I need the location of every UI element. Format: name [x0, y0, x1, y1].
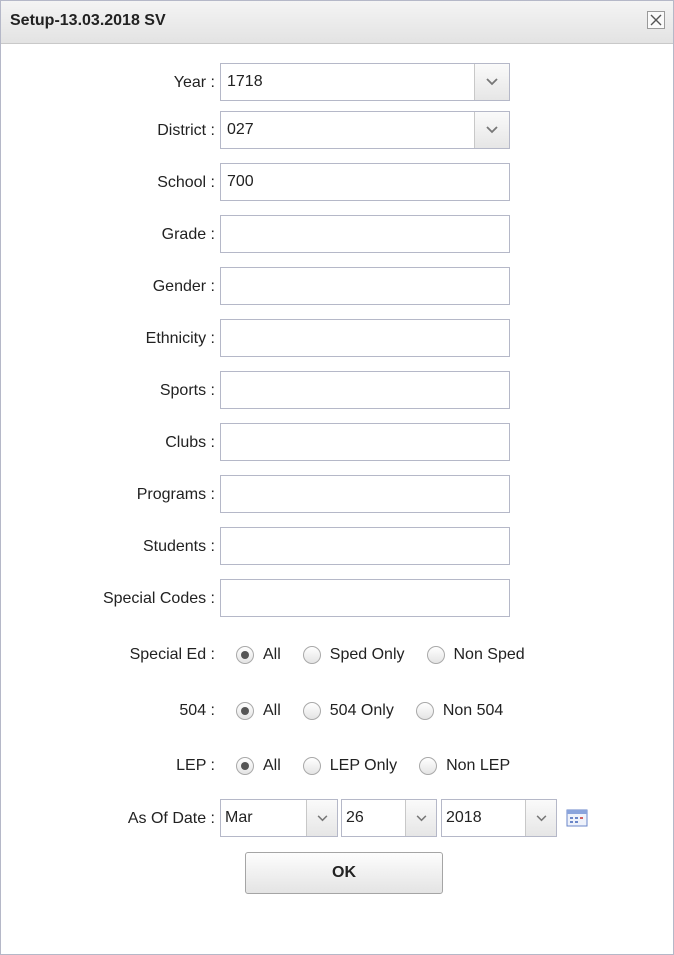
ethnicity-row: Ethnicity : [1, 319, 673, 359]
month-combo[interactable]: Mar [220, 799, 338, 837]
radio-label: All [263, 757, 281, 774]
chevron-down-icon [416, 814, 426, 821]
grade-input[interactable] [220, 215, 510, 253]
radio-selected-icon [236, 757, 254, 775]
close-button[interactable] [647, 11, 665, 29]
year-value: 1718 [227, 73, 263, 90]
district-dropdown-trigger[interactable] [474, 112, 509, 148]
radio-label: 504 Only [329, 702, 394, 719]
special-ed-radio-sped-only[interactable]: Sped Only [302, 646, 405, 664]
sports-row: Sports : [1, 371, 673, 411]
radio-label: All [263, 646, 281, 663]
ethnicity-input[interactable] [220, 319, 510, 357]
date-year-value: 2018 [446, 809, 482, 826]
school-input[interactable]: 700 [220, 163, 510, 201]
sports-input[interactable] [220, 371, 510, 409]
day-combo[interactable]: 26 [341, 799, 437, 837]
radio-unselected-icon [302, 646, 321, 664]
radio-unselected-icon [419, 757, 438, 775]
grade-row: Grade : [1, 215, 673, 255]
radio-unselected-icon [302, 757, 321, 775]
year-date-combo[interactable]: 2018 [441, 799, 557, 837]
year-label: Year : [173, 74, 215, 91]
month-value: Mar [225, 809, 253, 826]
504-radio-non-504[interactable]: Non 504 [415, 702, 504, 720]
district-value: 027 [227, 121, 254, 138]
gender-input[interactable] [220, 267, 510, 305]
day-dropdown-trigger[interactable] [405, 800, 436, 836]
special-ed-radio-non-sped[interactable]: Non Sped [426, 646, 525, 664]
date-year-dropdown-trigger[interactable] [525, 800, 556, 836]
radio-unselected-icon [426, 646, 445, 664]
dialog-titlebar: Setup-13.03.2018 SV [1, 1, 673, 44]
students-label: Students : [142, 538, 215, 555]
calendar-icon [566, 809, 588, 827]
clubs-label: Clubs : [165, 434, 215, 451]
chevron-down-icon [486, 126, 498, 134]
sports-label: Sports : [159, 382, 215, 399]
radio-unselected-icon [302, 702, 321, 720]
grade-label: Grade : [161, 226, 215, 243]
programs-input[interactable] [220, 475, 510, 513]
chevron-down-icon [486, 78, 498, 86]
programs-row: Programs : [1, 475, 673, 515]
radio-selected-icon [236, 702, 254, 720]
radio-label: Non LEP [446, 757, 511, 774]
radio-label: Non Sped [453, 646, 525, 663]
district-combo[interactable]: 027 [220, 111, 510, 149]
close-icon [650, 14, 662, 26]
as-of-date-label: As Of Date : [127, 810, 215, 827]
day-value: 26 [346, 809, 364, 826]
school-row: School : 700 [1, 163, 673, 203]
students-input[interactable] [220, 527, 510, 565]
special-codes-input[interactable] [220, 579, 510, 617]
504-label: 504 : [179, 702, 215, 719]
special-ed-label: Special Ed : [129, 646, 215, 663]
504-radio-group: All 504 Only Non 504 [236, 691, 525, 731]
year-dropdown-trigger[interactable] [474, 64, 509, 100]
clubs-input[interactable] [220, 423, 510, 461]
radio-selected-icon [236, 646, 254, 664]
radio-label: Non 504 [442, 702, 504, 719]
clubs-row: Clubs : [1, 423, 673, 463]
radio-label: All [263, 702, 281, 719]
gender-label: Gender : [152, 278, 215, 295]
ok-button[interactable]: OK [245, 852, 443, 894]
lep-row: LEP : All LEP Only Non LEP [1, 746, 673, 786]
gender-row: Gender : [1, 267, 673, 307]
lep-label: LEP : [176, 757, 215, 774]
lep-radio-non-lep[interactable]: Non LEP [419, 757, 510, 775]
programs-label: Programs : [136, 486, 215, 503]
students-row: Students : [1, 527, 673, 567]
lep-radio-lep-only[interactable]: LEP Only [302, 757, 398, 775]
district-row: District : 027 [1, 111, 673, 151]
special-ed-row: Special Ed : All Sped Only Non Sped [1, 635, 673, 675]
year-row: Year : 1718 [1, 63, 673, 103]
school-label: School : [157, 174, 215, 191]
special-codes-row: Special Codes : [1, 579, 673, 619]
month-dropdown-trigger[interactable] [306, 800, 337, 836]
chevron-down-icon [536, 814, 546, 821]
as-of-date-row: As Of Date : Mar 26 2018 [1, 799, 673, 839]
district-label: District : [157, 122, 215, 139]
lep-radio-group: All LEP Only Non LEP [236, 746, 532, 786]
ethnicity-label: Ethnicity : [145, 330, 215, 347]
dialog-title: Setup-13.03.2018 SV [10, 12, 166, 29]
setup-dialog: Setup-13.03.2018 SV Year : 1718 District… [0, 0, 674, 955]
calendar-button[interactable] [564, 806, 590, 830]
year-combo[interactable]: 1718 [220, 63, 510, 101]
504-radio-all[interactable]: All [236, 702, 281, 720]
504-radio-504-only[interactable]: 504 Only [302, 702, 394, 720]
504-row: 504 : All 504 Only Non 504 [1, 691, 673, 731]
school-value: 700 [227, 173, 254, 190]
radio-unselected-icon [415, 702, 434, 720]
special-codes-label: Special Codes : [102, 590, 215, 607]
special-ed-radio-all[interactable]: All [236, 646, 281, 664]
radio-label: LEP Only [329, 757, 398, 774]
chevron-down-icon [317, 814, 327, 821]
special-ed-radio-group: All Sped Only Non Sped [236, 635, 547, 675]
radio-label: Sped Only [329, 646, 405, 663]
lep-radio-all[interactable]: All [236, 757, 281, 775]
